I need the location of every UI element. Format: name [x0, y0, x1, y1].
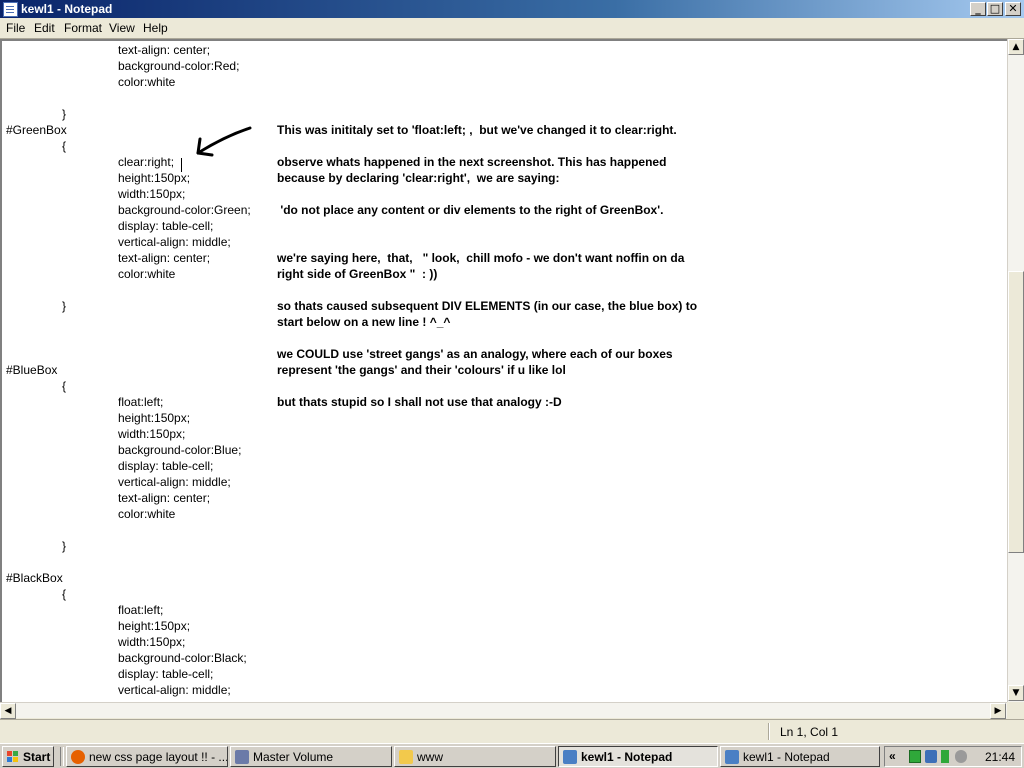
code-line: width:150px; — [118, 427, 186, 441]
code-line: height:150px; — [118, 411, 191, 425]
note-line: so thats caused subsequent DIV ELEMENTS … — [277, 299, 698, 313]
note-line: 'do not place any content or div element… — [277, 203, 664, 217]
close-button[interactable]: ✕ — [1005, 2, 1021, 16]
windows-logo-icon — [7, 751, 19, 763]
code-line: } — [62, 539, 67, 553]
code-line: { — [62, 587, 67, 601]
notepad-icon[interactable] — [3, 2, 18, 17]
scroll-right-button[interactable]: ▶ — [990, 703, 1006, 719]
scroll-down-button[interactable]: ▼ — [1008, 685, 1024, 701]
task-label: new css page layout !! - ... — [89, 750, 228, 764]
code-line: { — [62, 379, 67, 393]
note-line: right side of GreenBox " : )) — [277, 267, 438, 281]
firefox-icon — [71, 750, 85, 764]
status-bar: Ln 1, Col 1 — [0, 719, 1024, 743]
code-line: background-color:Green; — [118, 203, 251, 217]
notepad-icon — [563, 750, 577, 764]
text-editor[interactable]: text-align: center; background-color:Red… — [0, 39, 1007, 702]
scroll-left-button[interactable]: ◀ — [0, 703, 16, 719]
minimize-button[interactable]: _ — [970, 2, 986, 16]
note-line: observe whats happened in the next scree… — [277, 155, 667, 169]
code-line: #GreenBox — [6, 123, 67, 137]
maximize-button[interactable]: □ — [987, 2, 1003, 16]
status-divider — [768, 723, 769, 740]
code-line: clear:right; — [118, 155, 175, 169]
code-line: color:white — [118, 507, 176, 521]
taskbar-button-firefox[interactable]: new css page layout !! - ... — [66, 746, 228, 767]
volume-mixer-icon — [235, 750, 249, 764]
menu-view[interactable]: View — [109, 21, 135, 35]
code-line: display: table-cell; — [118, 459, 214, 473]
note-line: This was inititaly set to 'float:left; ,… — [277, 123, 677, 137]
scrollbar-corner — [1007, 702, 1024, 718]
taskbar-button-master-volume[interactable]: Master Volume — [230, 746, 392, 767]
taskbar-separator — [60, 747, 64, 766]
task-label: Master Volume — [253, 750, 334, 764]
show-hidden-icons-button[interactable]: « — [889, 749, 896, 763]
notepad-icon — [725, 750, 739, 764]
code-line: vertical-align: middle; — [118, 235, 231, 249]
code-line: display: table-cell; — [118, 667, 214, 681]
code-line: vertical-align: middle; — [118, 683, 231, 697]
menu-bar: File Edit Format View Help — [0, 18, 1024, 39]
code-line: text-align: center; — [118, 43, 211, 57]
code-line: vertical-align: middle; — [118, 475, 231, 489]
code-line: background-color:Black; — [118, 651, 247, 665]
code-line: width:150px; — [118, 187, 186, 201]
code-line: background-color:Red; — [118, 59, 240, 73]
horizontal-scrollbar[interactable]: ◀ ▶ — [0, 702, 1007, 719]
menu-format[interactable]: Format — [64, 21, 102, 35]
system-tray: « 21:44 — [884, 746, 1022, 767]
vertical-scroll-thumb[interactable] — [1008, 271, 1024, 553]
start-button[interactable]: Start — [2, 746, 54, 767]
menu-help[interactable]: Help — [143, 21, 168, 35]
taskbar-button-notepad[interactable]: kewl1 - Notepad — [720, 746, 880, 767]
code-line: } — [62, 107, 67, 121]
code-line: #BlueBox — [6, 363, 58, 377]
code-line: height:150px; — [118, 619, 191, 633]
code-line: text-align: center; — [118, 251, 211, 265]
cursor-position: Ln 1, Col 1 — [780, 725, 839, 739]
menu-edit[interactable]: Edit — [34, 21, 55, 35]
vertical-scrollbar[interactable]: ▲ ▼ — [1007, 39, 1024, 702]
note-line: we COULD use 'street gangs' as an analog… — [277, 347, 673, 361]
folder-icon — [399, 750, 413, 764]
code-line: color:white — [118, 75, 176, 89]
taskbar-button-www-folder[interactable]: www — [394, 746, 556, 767]
scroll-up-button[interactable]: ▲ — [1008, 39, 1024, 55]
code-line: width:150px; — [118, 635, 186, 649]
note-line: represent 'the gangs' and their 'colours… — [277, 363, 566, 377]
code-line: float:left; — [118, 395, 164, 409]
task-label: kewl1 - Notepad — [743, 750, 830, 764]
network-tray-icon[interactable] — [925, 750, 937, 763]
code-line: background-color:Blue; — [118, 443, 242, 457]
note-line: start below on a new line ! ^_^ — [277, 315, 451, 329]
code-line: { — [62, 139, 67, 153]
note-line: but thats stupid so I shall not use that… — [277, 395, 562, 409]
title-bar[interactable]: kewl1 - Notepad _ □ ✕ — [0, 0, 1024, 18]
code-line: float:left; — [118, 603, 164, 617]
window-title: kewl1 - Notepad — [21, 2, 113, 16]
green-app-tray-icon[interactable] — [909, 750, 921, 763]
code-line: height:150px; — [118, 171, 191, 185]
code-line: } — [62, 299, 67, 313]
taskbar-button-notepad-active[interactable]: kewl1 - Notepad — [558, 746, 718, 767]
system-clock[interactable]: 21:44 — [985, 750, 1015, 764]
code-line: #BlackBox — [6, 571, 63, 585]
note-line: because by declaring 'clear:right', we a… — [277, 171, 560, 185]
code-line: color:white — [118, 267, 176, 281]
note-line: we're saying here, that, " look, chill m… — [277, 251, 685, 265]
code-line: text-align: center; — [118, 491, 211, 505]
volume-tray-icon[interactable] — [955, 750, 967, 763]
taskbar: Start new css page layout !! - ... Maste… — [0, 743, 1024, 768]
task-label: kewl1 - Notepad — [581, 750, 673, 764]
task-label: www — [417, 750, 443, 764]
start-label: Start — [23, 750, 51, 764]
menu-file[interactable]: File — [6, 21, 25, 35]
text-caret — [181, 158, 182, 172]
battery-tray-icon[interactable] — [941, 750, 949, 763]
code-line: display: table-cell; — [118, 219, 214, 233]
arrow-annotation-icon — [196, 126, 252, 157]
